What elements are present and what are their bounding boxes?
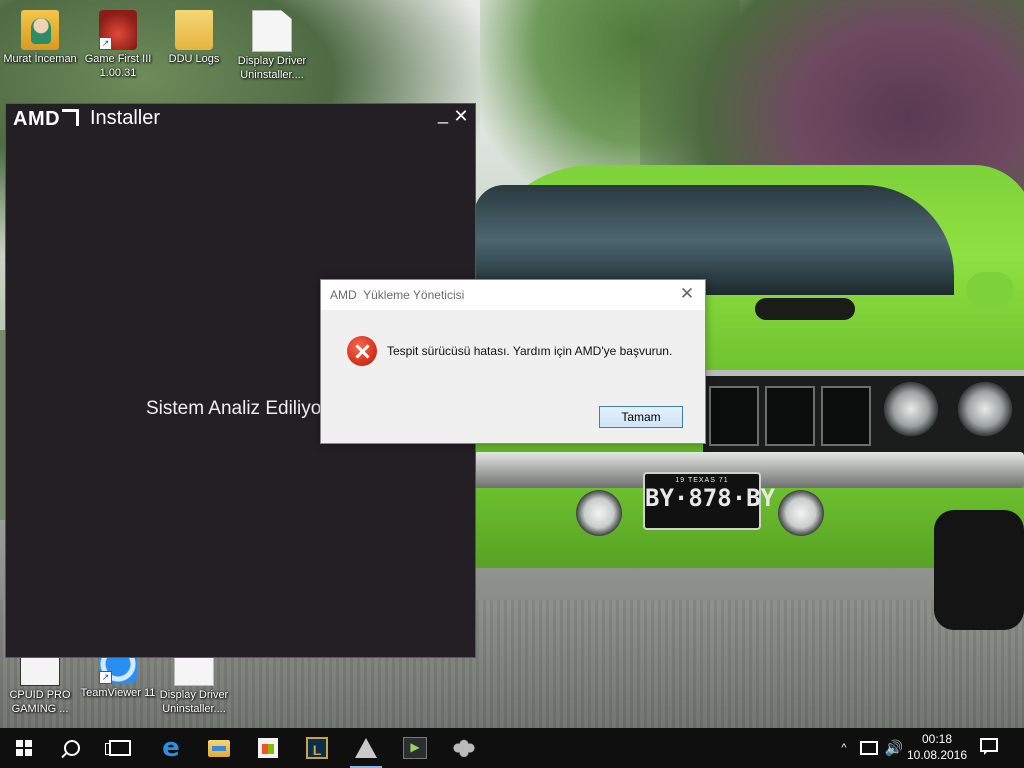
grille-slot [765,386,815,446]
taskbar-edge[interactable]: e [147,728,195,768]
game-first-icon: ↗ [99,10,137,50]
ok-button[interactable]: Tamam [599,406,683,428]
edge-icon: e [162,733,180,763]
task-view-button[interactable] [96,728,144,768]
dialog-close-button[interactable]: ✕ [677,284,697,304]
folder-icon [175,10,213,50]
start-button[interactable] [0,728,48,768]
taskbar-league-of-legends[interactable]: L [293,728,341,768]
show-hidden-icons-button[interactable]: ^ [836,728,852,768]
search-icon [64,740,80,756]
license-plate-number: BY·878·BY [645,484,776,512]
league-of-legends-icon: L [306,737,328,759]
license-plate: 19 TEXAS 71 BY·878·BY [643,472,776,530]
installer-status-text: Sistem Analiz Ediliyo [146,398,322,419]
car-mirror [966,272,1014,308]
task-view-icon [105,740,131,756]
close-button[interactable]: ✕ [450,106,472,127]
amd-installer-icon [355,738,377,758]
car-fog-light [778,490,824,536]
desktop-icon-user-folder[interactable]: Murat İnceman [2,10,78,66]
document-icon [252,10,292,52]
grille-slot [821,386,871,446]
amd-arrow-icon [62,109,80,126]
shortcut-arrow-icon: ↗ [99,671,112,684]
car-headlight [884,382,938,436]
desktop-icon-ddu-logs[interactable]: DDU Logs [156,10,232,66]
desktop-icon-label: Game First III 1.00.31 [84,53,152,79]
car-hood-scoop [755,298,855,320]
car-fog-light [576,490,622,536]
app-icon [452,739,476,757]
amd-logo: AMD [13,108,80,131]
dialog-titlebar[interactable]: AMD Yükleme Yöneticisi ✕ [321,280,705,310]
taskbar-steam[interactable]: ▶ [391,728,439,768]
error-dialog[interactable]: AMD Yükleme Yöneticisi ✕ Tespit sürücüsü… [320,279,706,444]
volume-button[interactable]: 🔊 [883,728,905,768]
dialog-title: AMD Yükleme Yöneticisi [330,288,465,302]
desktop-icon-label: CPUID PRO GAMING ... [9,689,71,715]
user-folder-icon [21,10,59,50]
desktop-icon-label: TeamViewer 11 [80,687,156,699]
clock[interactable]: 00:18 10.08.2016 [905,731,969,763]
car-tire [934,510,1024,630]
grille-slot [709,386,759,446]
taskbar-amd-installer[interactable] [342,728,390,768]
desktop-icon-label: Murat İnceman [3,53,77,65]
desktop-icon-label: Display Driver Uninstaller.... [159,689,229,715]
search-button[interactable] [48,728,96,768]
network-button[interactable] [858,728,880,768]
dialog-message: Tespit sürücüsü hatası. Yardım için AMD'… [387,344,673,358]
car-headlight [958,382,1012,436]
desktop-icon-label: DDU Logs [168,53,220,65]
desktop-icon-ddu-uninstaller[interactable]: Display Driver Uninstaller.... [234,10,310,82]
windows-logo-icon [16,740,32,756]
clock-time: 00:18 [921,732,953,746]
taskbar-app[interactable] [440,728,488,768]
network-icon [860,741,878,755]
taskbar: e L ▶ ^ 🔊 00:18 10.08.2016 [0,728,1024,768]
file-explorer-icon [208,739,230,757]
taskbar-store[interactable] [244,728,292,768]
taskbar-file-explorer[interactable] [195,728,243,768]
store-icon [258,738,278,758]
shortcut-arrow-icon: ↗ [99,37,112,50]
desktop-icon-game-first[interactable]: ↗ Game First III 1.00.31 [80,10,156,80]
action-center-icon[interactable] [980,738,998,755]
error-icon [347,336,377,366]
clock-date: 10.08.2016 [906,748,968,762]
amd-logo-text: AMD [13,108,61,130]
steam-icon: ▶ [403,737,427,759]
license-plate-header: 19 TEXAS 71 [675,477,729,484]
desktop-icon-label: Display Driver Uninstaller.... [237,55,307,81]
amd-window-title: Installer [90,107,161,129]
